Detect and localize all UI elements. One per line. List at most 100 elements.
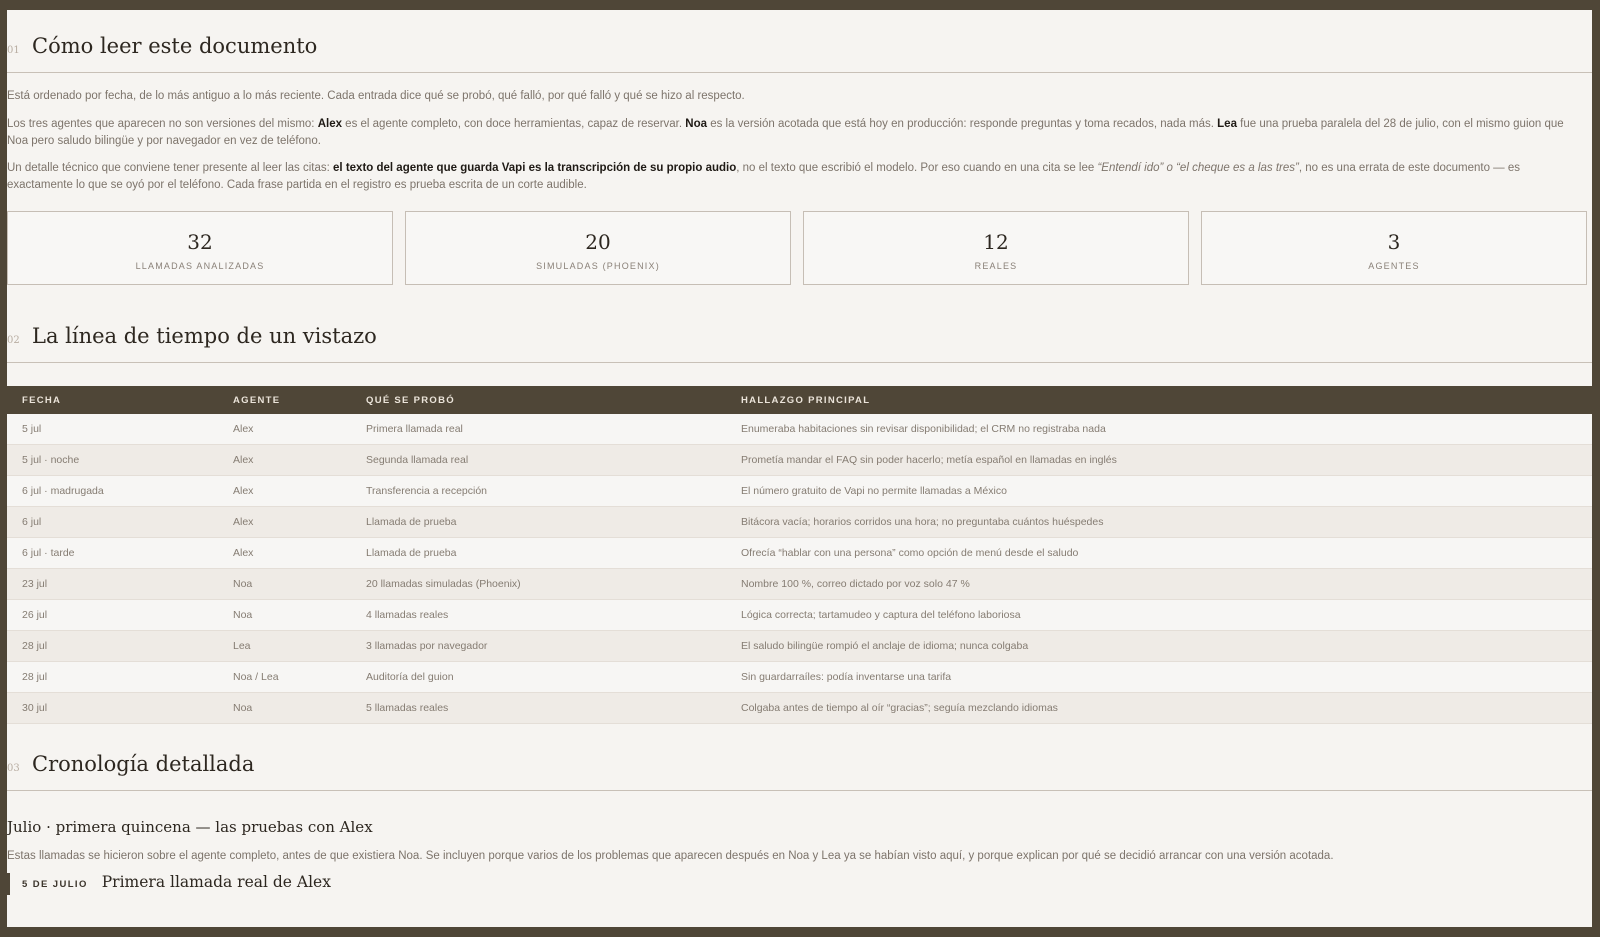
section-title: La línea de tiempo de un vistazo bbox=[32, 324, 377, 348]
table-row: 5 jul · noche Alex Segunda llamada real Pro… bbox=[7, 444, 1592, 476]
cell-agente: Alex bbox=[233, 444, 366, 476]
stat-value: 3 bbox=[1387, 230, 1401, 254]
cell-agente: Alex bbox=[233, 414, 366, 445]
stat-value: 20 bbox=[585, 230, 611, 254]
stat-value: 32 bbox=[187, 230, 213, 254]
table-row: 23 jul Noa 20 llamadas simuladas (Phoenix)… bbox=[7, 568, 1592, 600]
text: , no el texto que escribió el modelo. Po… bbox=[736, 162, 1098, 174]
cell-hallazgo: El número gratuito de Vapi no permite ll… bbox=[741, 475, 1592, 507]
cell-que-se-probo: Primera llamada real bbox=[366, 414, 741, 445]
cell-que-se-probo: Llamada de prueba bbox=[366, 537, 741, 569]
cell-fecha: 5 jul bbox=[7, 414, 233, 445]
stat-card: 20 SIMULADAS (PHOENIX) bbox=[405, 211, 791, 285]
cell-que-se-probo: Transferencia a recepción bbox=[366, 475, 741, 507]
section-title: Cronología detallada bbox=[32, 752, 255, 776]
cell-hallazgo: Ofrecía “hablar con una persona” como op… bbox=[741, 537, 1592, 569]
cell-agente: Noa bbox=[233, 568, 366, 600]
stat-value: 12 bbox=[983, 230, 1009, 254]
section-number: 01 bbox=[7, 45, 20, 56]
table-row: 28 jul Noa / Lea Auditoría del guion Sin gu… bbox=[7, 661, 1592, 693]
cell-que-se-probo: 4 llamadas reales bbox=[366, 599, 741, 631]
cell-hallazgo: Nombre 100 %, correo dictado por voz sol… bbox=[741, 568, 1592, 600]
cell-hallazgo: El saludo bilingüe rompió el anclaje de … bbox=[741, 630, 1592, 662]
cell-fecha: 26 jul bbox=[7, 599, 233, 631]
cell-fecha: 5 jul · noche bbox=[7, 444, 233, 476]
cell-que-se-probo: Llamada de prueba bbox=[366, 506, 741, 538]
text: Un detalle técnico que conviene tener pr… bbox=[7, 162, 334, 174]
cell-hallazgo: Prometía mandar el FAQ sin poder hacerlo… bbox=[741, 444, 1592, 476]
entry-title: Primera llamada real de Alex bbox=[101, 873, 331, 891]
cell-hallazgo: Sin guardarraíles: podía inventarse una … bbox=[741, 661, 1592, 693]
cell-agente: Noa bbox=[233, 599, 366, 631]
agent-name-alex: Alex bbox=[317, 118, 342, 130]
paragraph-order: Está ordenado por fecha, de lo más antig… bbox=[7, 90, 745, 102]
stat-card: 3 AGENTES bbox=[1201, 211, 1587, 285]
section-header: 03 Cronología detallada bbox=[7, 752, 1592, 776]
section-divider bbox=[7, 790, 1592, 791]
cell-agente: Alex bbox=[233, 475, 366, 507]
table-header-row: FECHA AGENTE QUÉ SE PROBÓ HALLAZGO PRINC… bbox=[7, 386, 1592, 414]
cell-fecha: 23 jul bbox=[7, 568, 233, 600]
stats-row: 32 LLAMADAS ANALIZADAS 20 SIMULADAS (PHO… bbox=[7, 211, 1587, 285]
stat-card: 12 REALES bbox=[803, 211, 1189, 285]
cell-agente: Noa bbox=[233, 692, 366, 724]
cell-hallazgo: Bitácora vacía; horarios corridos una ho… bbox=[741, 506, 1592, 538]
table-row: 26 jul Noa 4 llamadas reales Lógica correct… bbox=[7, 599, 1592, 631]
section-title: Cómo leer este documento bbox=[32, 34, 318, 58]
entry-accent-bar bbox=[7, 873, 10, 895]
cell-fecha: 28 jul bbox=[7, 630, 233, 662]
stat-card: 32 LLAMADAS ANALIZADAS bbox=[7, 211, 393, 285]
bold-text: el texto del agente que guarda Vapi es l… bbox=[333, 162, 737, 174]
text: es el agente completo, con doce herramie… bbox=[341, 118, 686, 130]
timeline-entry-header: 5 DE JULIO Primera llamada real de Alex bbox=[7, 873, 331, 895]
cell-agente: Lea bbox=[233, 630, 366, 662]
cell-agente: Noa / Lea bbox=[233, 661, 366, 693]
paragraph-intro: Estas llamadas se hicieron sobre el agen… bbox=[7, 850, 1334, 862]
timeline-table: FECHA AGENTE QUÉ SE PROBÓ HALLAZGO PRINC… bbox=[7, 386, 1592, 724]
column-header-fecha: FECHA bbox=[22, 394, 62, 406]
cell-que-se-probo: Auditoría del guion bbox=[366, 661, 741, 693]
stat-label: LLAMADAS ANALIZADAS bbox=[135, 261, 265, 271]
column-header-hallazgo: HALLAZGO PRINCIPAL bbox=[741, 394, 871, 406]
cell-fecha: 6 jul · madrugada bbox=[7, 475, 233, 507]
cell-agente: Alex bbox=[233, 537, 366, 569]
section-divider bbox=[7, 362, 1592, 363]
text: Los tres agentes que aparecen no son ver… bbox=[7, 118, 318, 130]
cell-que-se-probo: 5 llamadas reales bbox=[366, 692, 741, 724]
text: es la versión acotada que está hoy en pr… bbox=[707, 118, 1218, 130]
cell-hallazgo: Enumeraba habitaciones sin revisar dispo… bbox=[741, 414, 1592, 445]
column-header-agente: AGENTE bbox=[233, 394, 281, 406]
entry-date: 5 DE JULIO bbox=[22, 879, 88, 890]
italic-quote: “Entendí ido” o “el cheque es a las tres… bbox=[1097, 162, 1299, 174]
section-divider bbox=[7, 72, 1592, 73]
cell-fecha: 30 jul bbox=[7, 692, 233, 724]
section-number: 02 bbox=[7, 335, 20, 346]
cell-que-se-probo: Segunda llamada real bbox=[366, 444, 741, 476]
cell-fecha: 28 jul bbox=[7, 661, 233, 693]
agent-name-noa: Noa bbox=[685, 118, 707, 130]
stat-label: REALES bbox=[974, 261, 1018, 271]
stat-label: SIMULADAS (PHOENIX) bbox=[536, 261, 660, 271]
cell-fecha: 6 jul · tarde bbox=[7, 537, 233, 569]
timeline-table-wrapper: FECHA AGENTE QUÉ SE PROBÓ HALLAZGO PRINC… bbox=[7, 386, 1592, 724]
cell-fecha: 6 jul bbox=[7, 506, 233, 538]
table-row: 5 jul Alex Primera llamada real Enumeraba h… bbox=[7, 414, 1592, 445]
table-row: 6 jul · tarde Alex Llamada de prueba Ofrecí… bbox=[7, 537, 1592, 569]
column-header-que-se-probo: QUÉ SE PROBÓ bbox=[366, 394, 455, 406]
cell-hallazgo: Colgaba antes de tiempo al oír “gracias”… bbox=[741, 692, 1592, 724]
table-row: 6 jul · madrugada Alex Transferencia a rec… bbox=[7, 475, 1592, 507]
cell-que-se-probo: 3 llamadas por navegador bbox=[366, 630, 741, 662]
cell-hallazgo: Lógica correcta; tartamudeo y captura de… bbox=[741, 599, 1592, 631]
stat-label: AGENTES bbox=[1368, 261, 1420, 271]
subsection-heading: Julio · primera quincena — las pruebas c… bbox=[7, 818, 373, 836]
table-row: 6 jul Alex Llamada de prueba Bitácora vacía… bbox=[7, 506, 1592, 538]
section-header: 01 Cómo leer este documento bbox=[7, 34, 1592, 58]
agent-name-lea: Lea bbox=[1217, 118, 1237, 130]
table-row: 28 jul Lea 3 llamadas por navegador El salu… bbox=[7, 630, 1592, 662]
paragraph-agents: Los tres agentes que aparecen no son ver… bbox=[7, 116, 1587, 150]
table-row: 30 jul Noa 5 llamadas reales Colgaba antes … bbox=[7, 692, 1592, 724]
cell-agente: Alex bbox=[233, 506, 366, 538]
paragraph-technical-note: Un detalle técnico que conviene tener pr… bbox=[7, 160, 1587, 194]
cell-que-se-probo: 20 llamadas simuladas (Phoenix) bbox=[366, 568, 741, 600]
document-page: 01 Cómo leer este documento Está ordenad… bbox=[7, 10, 1592, 927]
